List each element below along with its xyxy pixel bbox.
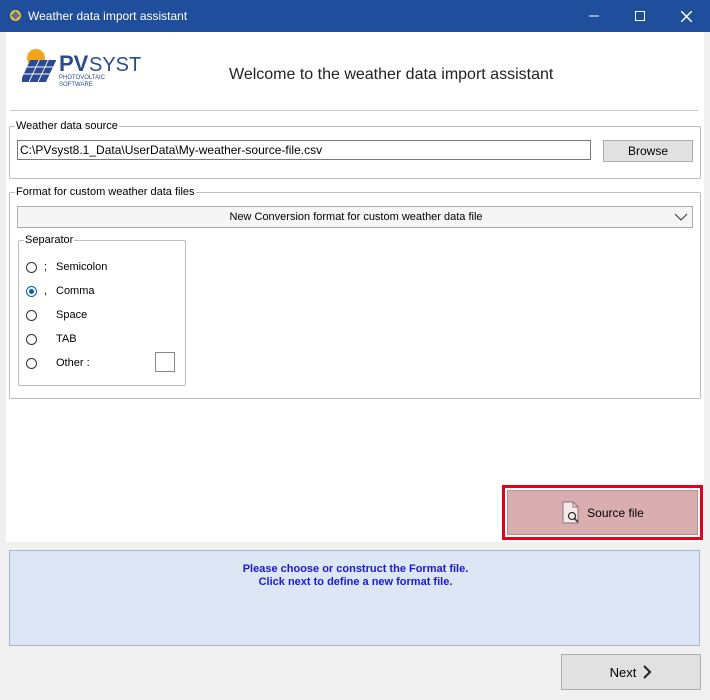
chevron-down-icon: [674, 213, 688, 221]
source-path-input[interactable]: [17, 140, 591, 160]
separator-option-space[interactable]: Space: [26, 307, 87, 323]
logo-syst: SYST: [89, 54, 141, 76]
logo-pv: PV: [59, 51, 89, 76]
other-separator-input[interactable]: [155, 352, 175, 372]
minimize-button[interactable]: [571, 0, 617, 32]
format-dropdown[interactable]: New Conversion format for custom weather…: [17, 206, 693, 228]
separator-label: Semicolon: [56, 261, 108, 273]
separator-label: Other :: [56, 357, 90, 369]
radio-button[interactable]: [26, 309, 37, 321]
separator-option-tab[interactable]: TAB: [26, 331, 77, 347]
separator-symbol: ;: [44, 261, 48, 273]
source-file-label: Source file: [587, 505, 644, 520]
format-legend: Format for custom weather data files: [16, 186, 195, 198]
maximize-button[interactable]: [617, 0, 663, 32]
info-line-2: Click next to define a new format file.: [258, 576, 453, 588]
logo-sub-1: PHOTOVOLTAIC: [59, 75, 106, 81]
separator-symbol: ,: [44, 285, 48, 297]
next-label: Next: [609, 664, 637, 680]
document-search-icon: [561, 501, 583, 525]
format-selected-value: New Conversion format for custom weather…: [229, 211, 483, 223]
pvsyst-logo: PV SYST PHOTOVOLTAIC SOFTWARE: [22, 49, 141, 88]
arrow-right-icon: [642, 665, 652, 679]
weather-source-legend: Weather data source: [16, 120, 118, 132]
separator-label: Space: [56, 309, 88, 321]
header-divider: [10, 110, 698, 111]
info-panel: Please choose or construct the Format fi…: [9, 550, 700, 646]
logo-sub-2: SOFTWARE: [59, 82, 93, 88]
radio-button[interactable]: [26, 333, 37, 345]
radio-button[interactable]: [26, 261, 37, 273]
welcome-title: Welcome to the weather data import assis…: [229, 66, 554, 83]
app-icon: [10, 10, 21, 21]
window-title: Weather data import assistant: [28, 9, 188, 23]
source-file-button[interactable]: Source file: [507, 490, 698, 535]
minimize-icon: [589, 15, 599, 17]
browse-button[interactable]: Browse: [603, 140, 693, 162]
separator-legend: Separator: [25, 234, 74, 246]
next-button[interactable]: Next: [561, 654, 701, 690]
separator-option-semicolon[interactable]: ; Semicolon: [26, 259, 107, 275]
info-line-1: Please choose or construct the Format fi…: [242, 563, 469, 575]
close-icon: [680, 10, 692, 22]
separator-option-other[interactable]: Other :: [26, 355, 90, 371]
separator-label: Comma: [56, 285, 95, 297]
radio-button-checked[interactable]: [26, 285, 37, 297]
radio-button[interactable]: [26, 357, 37, 369]
separator-label: TAB: [56, 333, 77, 345]
close-button[interactable]: [663, 0, 709, 32]
separator-option-comma[interactable]: , Comma: [26, 283, 95, 299]
title-bar: Weather data import assistant: [0, 0, 710, 32]
maximize-icon: [635, 11, 645, 21]
